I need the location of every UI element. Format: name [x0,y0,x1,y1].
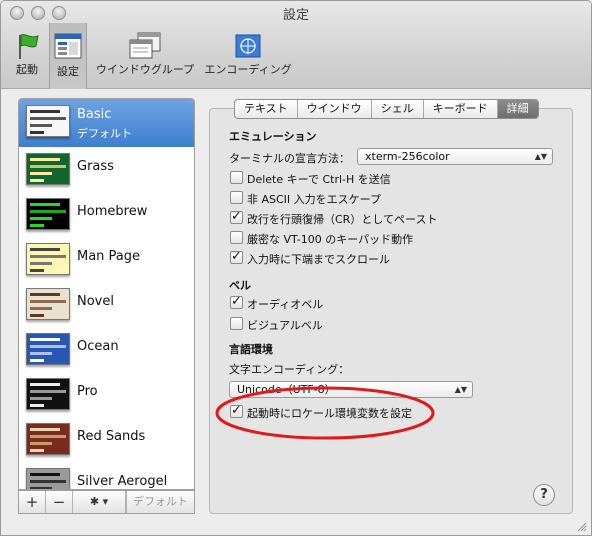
checkbox-label: 起動時にロケール環境変数を設定 [247,407,412,420]
delete-sends-ctrl-h-checkbox[interactable] [230,171,243,184]
profile-thumbnail [26,198,70,230]
terminal-type-select[interactable]: xterm-256color ▲▼ [357,148,553,165]
window-title: 設定 [282,8,309,23]
strict-vt100-keypad-checkbox[interactable] [230,231,243,244]
profile-thumbnail [26,105,70,137]
profile-item-red-sands[interactable]: Red Sands [19,417,194,462]
scroll-to-bottom-checkbox[interactable]: ✓ [230,249,243,264]
profile-name: Silver Aerogel [77,474,168,489]
profile-name: Man Page [77,249,141,264]
select-arrows-icon: ▲▼ [534,152,547,161]
profile-thumbnail [26,243,70,275]
language-heading: 言語環境 [229,343,273,356]
globe-flag-icon [235,34,261,58]
terminal-preferences-window: 設定 起動 設定 ウインドウグループ エンコーディング Basic デフォルト … [0,0,592,536]
toolbar-label: 起動 [16,63,38,76]
profile-item-novel[interactable]: Novel [19,282,194,327]
profile-thumbnail [26,468,70,489]
profile-thumbnail [26,288,70,320]
toolbar-label: ウインドウグループ [95,63,195,76]
checkbox-label: 厳密な VT-100 のキーパッド動作 [247,233,414,246]
declare-terminal-label: ターミナルの宣言方法： [229,152,350,165]
emulation-heading: エミュレーション [229,130,317,143]
set-default-button[interactable]: デフォルト [126,491,194,513]
toolbar-encodings[interactable]: エンコーディング [203,27,293,81]
resize-grip-icon[interactable] [577,522,587,532]
toolbar-settings[interactable]: 設定 [49,23,87,89]
tab-window[interactable]: ウインドウ [298,100,372,118]
encoding-value: Unicode（UTF-8） [237,383,336,396]
profile-list[interactable]: Basic デフォルト Grass Homebrew Man Page Nove… [18,98,195,490]
checkbox-label: オーディオベル [247,298,324,311]
profile-thumbnail [26,378,70,410]
terminal-type-value: xterm-256color [365,150,450,163]
add-profile-button[interactable]: + [19,491,46,513]
encoding-label: 文字エンコーディング： [229,363,350,376]
checkbox-label: 改行を行頭復帰（CR）としてペースト [247,213,438,226]
checkbox-label: 入力時に下端までスクロール [247,253,390,266]
checkbox-label: Delete キーで Ctrl-H を送信 [247,173,391,186]
profile-item-homebrew[interactable]: Homebrew [19,192,194,237]
profile-item-ocean[interactable]: Ocean [19,327,194,372]
profile-item-man-page[interactable]: Man Page [19,237,194,282]
toolbar-label: エンコーディング [204,63,292,76]
toolbar-window-groups[interactable]: ウインドウグループ [93,27,197,81]
profile-item-silver-aerogel[interactable]: Silver Aerogel [19,462,194,489]
remove-profile-button[interactable]: − [46,491,73,513]
profile-list-footer: + − ✱ ▾ デフォルト [18,490,195,514]
checkbox-label: ビジュアルベル [247,319,323,332]
checkmark-icon: ✓ [231,209,242,224]
settings-window-icon [54,33,82,59]
profile-name: Red Sands [77,429,146,444]
tab-shell[interactable]: シェル [372,100,424,118]
titlebar: 設定 起動 設定 ウインドウグループ エンコーディング [1,1,591,89]
green-flag-icon [19,34,39,59]
tab-text[interactable]: テキスト [235,100,298,118]
checkbox-label: 非 ASCII 入力をエスケープ [247,193,382,206]
encoding-select[interactable]: Unicode（UTF-8） ▲▼ [229,381,473,398]
profile-name: Homebrew [77,204,148,219]
bell-heading: ベル [229,279,251,292]
checkmark-icon: ✓ [231,249,242,264]
audio-bell-checkbox[interactable]: ✓ [230,294,243,309]
profile-name: Ocean [77,339,119,354]
checkmark-icon: ✓ [231,294,242,309]
profile-thumbnail [26,153,70,185]
profile-item-grass[interactable]: Grass [19,147,194,192]
checkmark-icon: ✓ [231,403,242,418]
profile-name: Novel [77,294,114,309]
escape-non-ascii-checkbox[interactable] [230,191,243,204]
visual-bell-checkbox[interactable] [230,317,243,330]
toolbar-startup[interactable]: 起動 [7,27,47,81]
profile-name: Grass [77,159,114,174]
tab-advanced[interactable]: 詳細 [497,100,538,118]
window-group-icon [129,32,161,59]
paste-newlines-cr-checkbox[interactable]: ✓ [230,209,243,224]
profile-thumbnail [26,423,70,455]
profile-name: Basic [77,107,112,122]
settings-tabs: テキスト ウインドウ シェル キーボード 詳細 [234,99,539,119]
toolbar-label: 設定 [57,65,79,78]
select-arrows-icon: ▲▼ [454,385,467,394]
profile-item-pro[interactable]: Pro [19,372,194,417]
profile-name: Pro [77,384,98,399]
tab-keyboard[interactable]: キーボード [424,100,498,118]
help-button[interactable]: ? [533,484,555,506]
profile-item-basic[interactable]: Basic デフォルト [19,99,194,147]
gear-menu-button[interactable]: ✱ ▾ [73,491,126,513]
profile-thumbnail [26,333,70,365]
profile-default-label: デフォルト [77,127,132,140]
set-locale-env-checkbox[interactable]: ✓ [230,403,243,418]
